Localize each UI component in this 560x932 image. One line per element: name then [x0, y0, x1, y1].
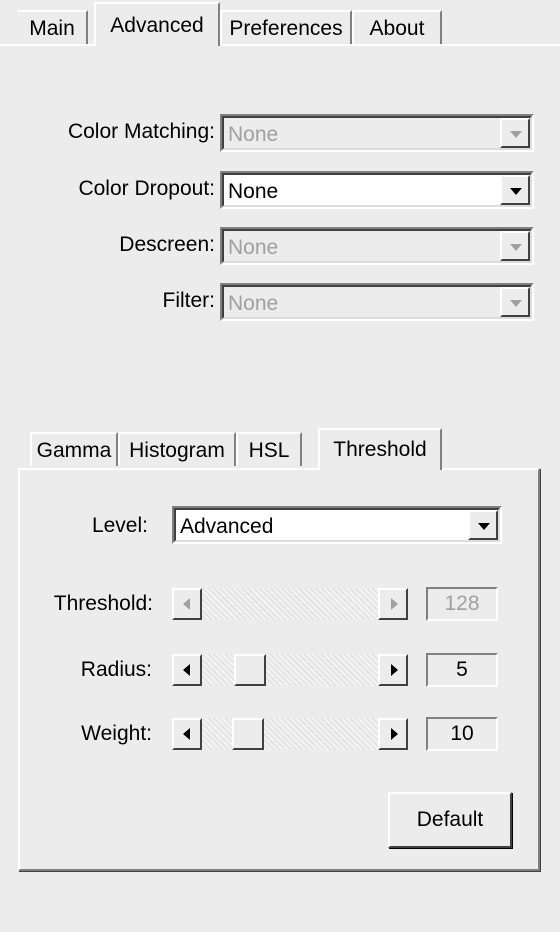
- tabstrip-divider: [0, 44, 560, 46]
- weight-increment-button[interactable]: [378, 718, 408, 750]
- filter-label: Filter:: [162, 289, 216, 312]
- level-combo[interactable]: Advanced: [172, 506, 502, 544]
- chevron-down-icon: [510, 300, 522, 307]
- tab-advanced[interactable]: Advanced: [94, 2, 220, 46]
- threshold-slider[interactable]: [172, 588, 408, 620]
- tab-threshold-label: Threshold: [333, 438, 427, 461]
- tab-about[interactable]: About: [352, 10, 442, 44]
- tab-preferences[interactable]: Preferences: [220, 10, 352, 44]
- tab-hsl-label: HSL: [248, 439, 290, 462]
- tab-threshold[interactable]: Threshold: [318, 428, 442, 470]
- weight-slider-thumb[interactable]: [232, 718, 264, 750]
- color-matching-dropdown-button[interactable]: [500, 118, 530, 148]
- level-label: Level:: [91, 514, 148, 537]
- tab-about-label: About: [369, 17, 425, 40]
- level-value: Advanced: [180, 515, 274, 538]
- tab-gamma[interactable]: Gamma: [30, 432, 118, 466]
- tab-main-label: Main: [29, 17, 75, 40]
- threshold-slider-track: [202, 588, 378, 620]
- threshold-value-box[interactable]: 128: [426, 587, 498, 621]
- color-matching-label: Color Matching:: [67, 120, 215, 143]
- tab-histogram-label: Histogram: [129, 439, 225, 462]
- threshold-label: Threshold:: [53, 592, 153, 615]
- arrow-left-icon: [183, 598, 190, 610]
- chevron-down-icon: [510, 131, 522, 138]
- radius-slider-thumb[interactable]: [234, 654, 266, 686]
- default-button[interactable]: Default: [388, 792, 512, 848]
- radius-slider[interactable]: [172, 654, 408, 686]
- filter-dropdown-button[interactable]: [500, 287, 530, 317]
- chevron-down-icon: [478, 523, 490, 530]
- descreen-dropdown-button[interactable]: [500, 231, 530, 261]
- arrow-right-icon: [391, 598, 398, 610]
- color-dropout-dropdown-button[interactable]: [500, 175, 530, 205]
- tab-hsl[interactable]: HSL: [236, 432, 302, 466]
- color-dropout-label: Color Dropout:: [78, 177, 215, 200]
- tab-advanced-label: Advanced: [110, 14, 204, 37]
- arrow-right-icon: [391, 728, 398, 740]
- threshold-decrement-button[interactable]: [172, 588, 202, 620]
- radius-slider-track: [202, 654, 378, 686]
- tab-gamma-label: Gamma: [36, 439, 112, 462]
- tab-main[interactable]: Main: [18, 10, 88, 44]
- weight-decrement-button[interactable]: [172, 718, 202, 750]
- arrow-left-icon: [183, 728, 190, 740]
- arrow-right-icon: [391, 664, 398, 676]
- descreen-combo[interactable]: None: [220, 227, 534, 265]
- weight-slider[interactable]: [172, 718, 408, 750]
- color-dropout-combo[interactable]: None: [220, 171, 534, 209]
- weight-value-box[interactable]: 10: [426, 717, 498, 751]
- radius-value-box[interactable]: 5: [426, 653, 498, 687]
- threshold-increment-button[interactable]: [378, 588, 408, 620]
- weight-slider-track: [202, 718, 378, 750]
- filter-combo[interactable]: None: [220, 283, 534, 321]
- main-tabstrip: Main Advanced Preferences About: [0, 0, 560, 46]
- descreen-value: None: [228, 236, 279, 259]
- color-matching-value: None: [228, 123, 279, 146]
- radius-decrement-button[interactable]: [172, 654, 202, 686]
- radius-label: Radius:: [80, 658, 152, 681]
- tab-histogram[interactable]: Histogram: [118, 432, 236, 466]
- chevron-down-icon: [510, 188, 522, 195]
- filter-value: None: [228, 292, 279, 315]
- level-dropdown-button[interactable]: [468, 510, 498, 540]
- color-dropout-value: None: [228, 180, 279, 203]
- radius-increment-button[interactable]: [378, 654, 408, 686]
- descreen-label: Descreen:: [119, 233, 215, 256]
- color-matching-combo[interactable]: None: [220, 114, 534, 152]
- chevron-down-icon: [510, 244, 522, 251]
- tab-preferences-label: Preferences: [229, 17, 343, 40]
- arrow-left-icon: [183, 664, 190, 676]
- weight-label: Weight:: [81, 722, 152, 745]
